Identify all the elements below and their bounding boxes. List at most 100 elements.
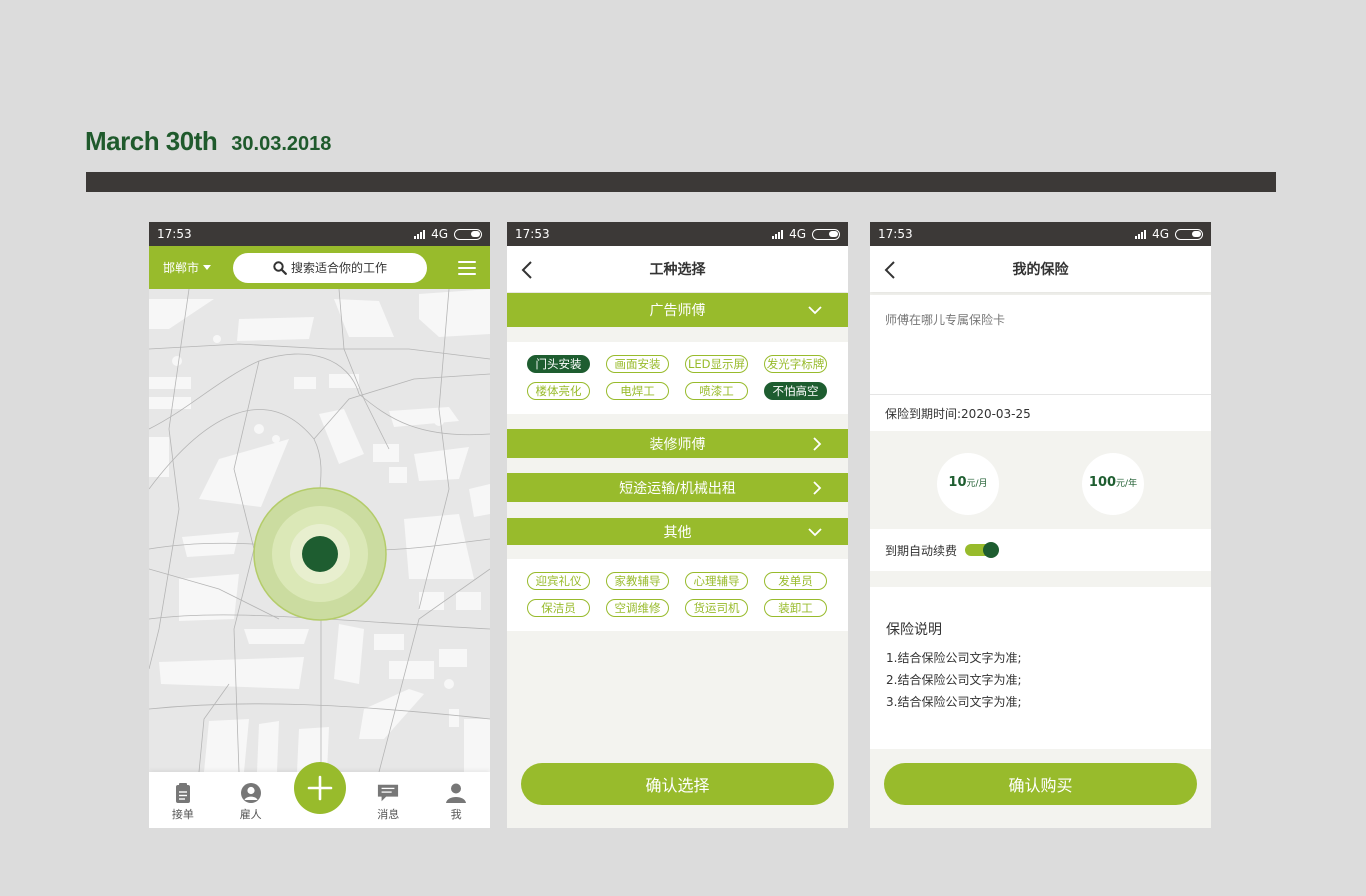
tag-item[interactable]: 画面安装 [606,355,669,373]
status-bar: 17:53 4G [870,222,1211,246]
tag-item[interactable]: LED显示屏 [685,355,748,373]
tag-item[interactable]: 迎宾礼仪 [527,572,590,590]
chevron-down-icon [808,306,822,315]
plan-amount: 100 [1088,475,1117,490]
tag-panel-ad: 门头安装 画面安装 LED显示屏 发光字标牌 楼体亮化 电焊工 喷漆工 不怕高空 [507,342,848,414]
bottom-tab-bar: 接单 雇人 消息 我 [149,762,490,828]
page-heading: March 30th 30.03.2018 [85,126,331,157]
tag-item[interactable]: 不怕高空 [764,382,827,400]
message-icon [377,782,399,804]
tag-item[interactable]: 空调维修 [606,599,669,617]
signal-icon [414,229,426,239]
nav-header: 工种选择 [507,246,848,292]
tag-item[interactable]: 家教辅导 [606,572,669,590]
plan-monthly[interactable]: 10 元/月 [937,453,999,515]
map-graphic [149,289,490,772]
confirm-buy-button[interactable]: 确认购买 [884,763,1197,805]
tag-item[interactable]: 发单员 [764,572,827,590]
notes-line: 1.结合保险公司文字为准; [886,651,1022,665]
status-time: 17:53 [157,227,192,241]
plan-unit: 元/月 [966,479,988,489]
phone-job-select: 17:53 4G 工种选择 广告师傅 门头安装 画面安装 LED显示屏 发光字标… [507,222,848,828]
tag-item[interactable]: 货运司机 [685,599,748,617]
expire-date: 保险到期时间:2020-03-25 [870,395,1211,431]
map-view[interactable] [149,289,490,772]
status-time: 17:53 [515,227,550,241]
tag-item[interactable]: 保洁员 [527,599,590,617]
search-placeholder: 搜索适合你的工作 [290,261,387,275]
page-title: 我的保险 [1012,262,1069,278]
caret-down-icon [203,265,212,270]
plan-options: 10 元/月 100 元/年 [870,431,1211,529]
tag-panel-other: 迎宾礼仪 家教辅导 心理辅导 发单员 保洁员 空调维修 货运司机 装卸工 [507,559,848,631]
search-input[interactable]: 搜索适合你的工作 [233,252,427,283]
person-circle-icon [240,782,262,804]
plan-amount: 10 [948,475,967,490]
tab-me[interactable]: 我 [431,782,481,822]
category-other[interactable]: 其他 [507,518,848,545]
notes-line: 2.结合保险公司文字为准; [886,673,1022,687]
confirm-select-button[interactable]: 确认选择 [521,763,834,805]
category-label: 短途运输/机械出租 [619,480,736,497]
clipboard-icon [172,782,194,804]
tag-item[interactable]: 门头安装 [527,355,590,373]
insurance-card: 师傅在哪儿专属保险卡 [870,295,1211,395]
network-label: 4G [1152,227,1169,241]
signal-icon [772,229,784,239]
battery-icon [454,228,482,240]
back-arrow-icon[interactable] [884,261,896,279]
phone-home-map: 17:53 4G 邯郸市 搜索适合你的工作 接单 雇人 消息 我 [149,222,490,828]
notes-line: 3.结合保险公司文字为准; [886,695,1022,709]
insurance-notes: 保险说明 1.结合保险公司文字为准; 2.结合保险公司文字为准; 3.结合保险公… [870,587,1211,749]
tab-hire[interactable]: 雇人 [226,782,276,822]
page-title: 工种选择 [649,262,706,278]
network-label: 4G [431,227,448,241]
tab-orders[interactable]: 接单 [158,782,208,822]
tab-label: 雇人 [239,808,262,821]
signal-icon [1135,229,1147,239]
category-transport[interactable]: 短途运输/机械出租 [507,473,848,502]
auto-renew-row: 到期自动续费 [870,529,1211,571]
location-pin-icon [302,536,338,572]
plus-icon [307,775,333,801]
publish-button[interactable] [294,762,346,814]
auto-renew-label: 到期自动续费 [885,543,958,558]
tag-grid-other: 迎宾礼仪 家教辅导 心理辅导 发单员 保洁员 空调维修 货运司机 装卸工 [527,572,827,617]
tab-messages[interactable]: 消息 [363,782,413,822]
category-label: 装修师傅 [649,436,706,453]
chevron-right-icon [813,436,822,451]
tag-item[interactable]: 发光字标牌 [764,355,827,373]
top-bar: 邯郸市 搜索适合你的工作 [149,246,490,289]
network-label: 4G [789,227,806,241]
category-label: 广告师傅 [649,303,706,319]
tab-label: 接单 [171,808,194,821]
status-time: 17:53 [878,227,913,241]
plan-yearly[interactable]: 100 元/年 [1082,453,1144,515]
phone-insurance: 17:53 4G 我的保险 师傅在哪儿专属保险卡 保险到期时间:2020-03-… [870,222,1211,828]
city-label: 邯郸市 [163,261,200,275]
tag-item[interactable]: 喷漆工 [685,382,748,400]
category-decoration[interactable]: 装修师傅 [507,429,848,458]
auto-renew-toggle[interactable] [965,542,1000,558]
heading-date: 30.03.2018 [231,133,332,155]
chevron-down-icon [808,527,822,536]
tag-item[interactable]: 心理辅导 [685,572,748,590]
menu-icon[interactable] [458,260,476,275]
card-title: 师傅在哪儿专属保险卡 [885,313,1006,327]
category-ad[interactable]: 广告师傅 [507,293,848,327]
tab-label: 消息 [377,808,400,821]
search-icon [273,260,287,275]
divider-banner [86,172,1276,192]
category-label: 其他 [663,524,692,541]
tab-label: 我 [450,808,462,821]
tag-item[interactable]: 电焊工 [606,382,669,400]
tag-item[interactable]: 装卸工 [764,599,827,617]
battery-icon [812,228,840,240]
back-arrow-icon[interactable] [521,261,533,279]
user-icon [445,782,467,804]
chevron-right-icon [813,480,822,495]
tag-item[interactable]: 楼体亮化 [527,382,590,400]
status-bar: 17:53 4G [149,222,490,246]
notes-title: 保险说明 [886,622,942,638]
city-selector[interactable]: 邯郸市 [163,259,223,276]
